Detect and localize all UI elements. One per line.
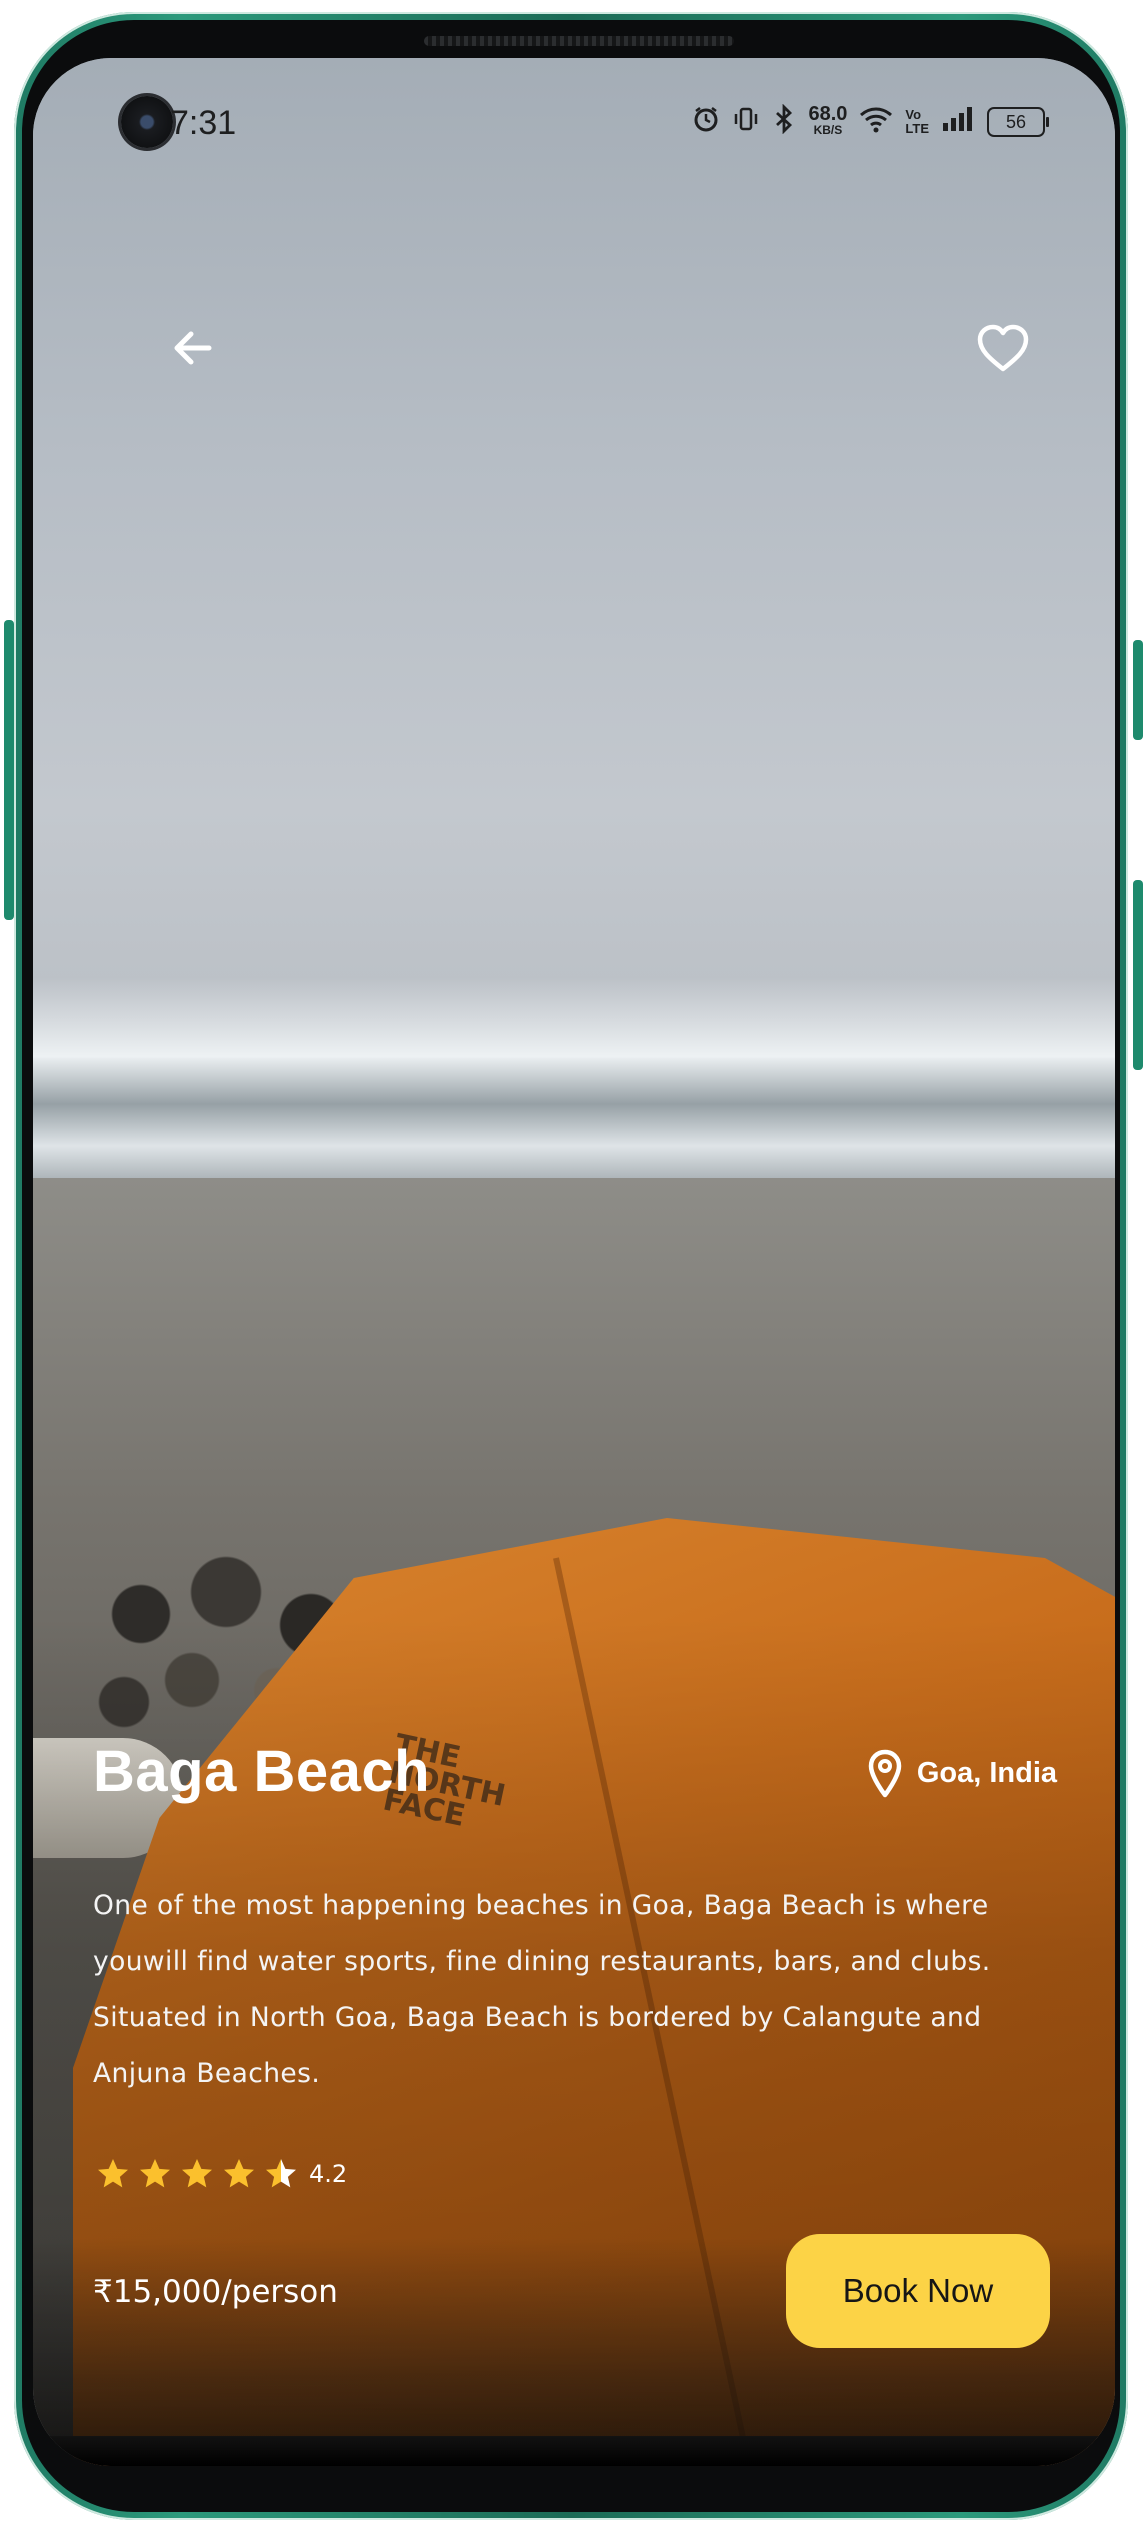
volte-bottom: LTE xyxy=(905,121,929,136)
network-speed-value: 68.0 xyxy=(808,103,848,125)
signal-icon xyxy=(941,105,975,139)
star-half-icon xyxy=(266,2159,296,2188)
star-full-icon xyxy=(182,2159,212,2188)
back-button[interactable] xyxy=(153,308,233,388)
background-sky xyxy=(33,58,1115,1058)
bluetooth-icon xyxy=(772,103,796,140)
detail-screen: THENORTHFACE 7:31 68.0 KB/S Vo xyxy=(33,58,1115,2466)
status-time: 7:31 xyxy=(170,104,237,142)
battery-level: 56 xyxy=(1005,111,1027,132)
volte-top: Vo xyxy=(905,107,922,122)
favorite-button[interactable] xyxy=(963,308,1043,388)
place-location-text: Goa, India xyxy=(916,1756,1057,1789)
alarm-icon xyxy=(692,105,720,139)
star-full-icon xyxy=(140,2159,170,2188)
status-bar: 7:31 68.0 KB/S Vo LTE 56 xyxy=(33,58,1115,188)
place-title: Baga Beach xyxy=(93,1739,431,1804)
status-icons: 68.0 KB/S Vo LTE 56 xyxy=(692,103,1049,140)
star-full-icon xyxy=(98,2159,128,2188)
rating: 4.2 xyxy=(95,2156,347,2192)
place-location: Goa, India xyxy=(867,1748,1057,1798)
side-button-right-upper xyxy=(1133,640,1143,740)
heart-outline-icon xyxy=(977,324,1029,372)
wifi-icon xyxy=(859,105,893,139)
front-camera xyxy=(121,96,173,148)
network-speed: 68.0 KB/S xyxy=(808,103,848,138)
book-now-button[interactable]: Book Now xyxy=(786,2234,1050,2348)
place-description: One of the most happening beaches in Goa… xyxy=(93,1890,991,2089)
side-button-right-lower xyxy=(1133,880,1143,1070)
volte-indicator: Vo LTE xyxy=(905,108,929,136)
side-button-left xyxy=(4,620,14,920)
battery-icon: 56 xyxy=(987,107,1049,137)
map-pin-icon xyxy=(868,1749,902,1798)
earpiece-speaker xyxy=(424,36,734,46)
vibrate-icon xyxy=(732,105,760,139)
network-speed-unit: KB/S xyxy=(813,123,843,137)
rating-value: 4.2 xyxy=(309,2160,348,2188)
star-full-icon xyxy=(224,2159,254,2188)
price-per-person: ₹15,000/person xyxy=(93,2274,338,2310)
screen-bottom-edge xyxy=(33,2436,1115,2466)
arrow-left-icon xyxy=(174,331,212,365)
